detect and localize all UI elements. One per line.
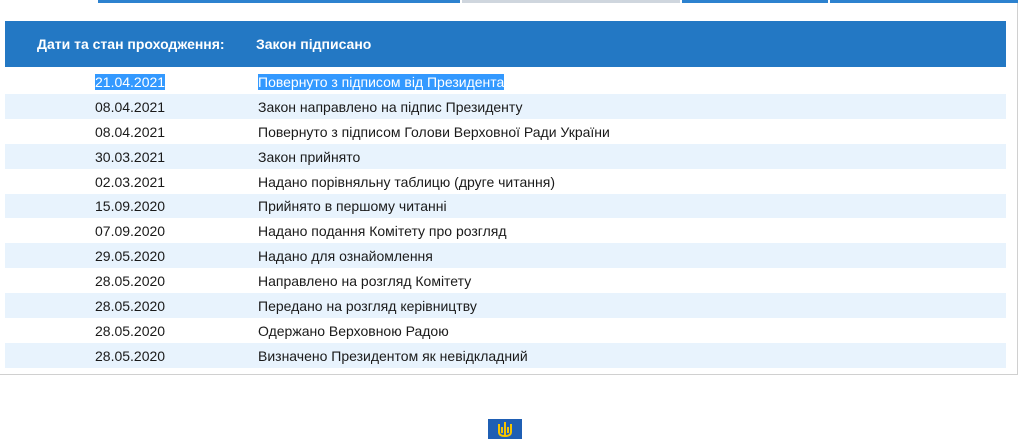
tabs-strip <box>0 0 1018 4</box>
history-date: 02.03.2021 <box>95 173 166 190</box>
history-row: 21.04.2021 Повернуто з підписом від Прези… <box>5 67 1006 94</box>
status-header: Дати та стан проходження: Закон підписан… <box>5 21 1006 67</box>
tab-1[interactable] <box>98 0 460 3</box>
history-row: 08.04.2021 Повернуто з підписом Голови Ве… <box>5 119 1006 144</box>
history-event: Визначено Президентом як невідкладний <box>258 347 528 364</box>
history-row: 29.05.2020 Надано для ознайомлення <box>5 243 1006 269</box>
history-event: Закон направлено на підпис Президенту <box>258 98 523 115</box>
history-event: Надано подання Комітету про розгляд <box>258 223 507 240</box>
history-event: Одержано Верховною Радою <box>258 322 449 339</box>
history-date: 28.05.2020 <box>95 298 166 315</box>
trident-emblem-icon <box>488 419 522 439</box>
history-event: Надано порівняльну таблицю (друге читанн… <box>258 173 555 190</box>
tab-2-active[interactable] <box>462 0 680 3</box>
history-date: 08.04.2021 <box>95 98 166 115</box>
history-date: 21.04.2021 <box>95 74 166 90</box>
tab-3[interactable] <box>682 0 828 3</box>
history-date: 15.09.2020 <box>95 198 166 215</box>
bill-details-panel: Дати та стан проходження: Закон підписан… <box>0 0 1018 375</box>
history-row: 07.09.2020 Надано подання Комітету про ро… <box>5 218 1006 243</box>
history-event: Передано на розгляд керівництву <box>258 298 477 315</box>
history-date: 08.04.2021 <box>95 123 166 140</box>
history-date: 28.05.2020 <box>95 322 166 339</box>
history-row: 15.09.2020 Прийнято в першому читанні <box>5 193 1006 219</box>
status-header-value: Закон підписано <box>256 36 372 52</box>
history-row: 30.03.2021 Закон прийнято <box>5 143 1006 169</box>
history-date: 07.09.2020 <box>95 223 166 240</box>
history-list: 21.04.2021 Повернуто з підписом від Прези… <box>5 67 1006 368</box>
history-event: Повернуто з підписом від Президента <box>258 74 505 90</box>
history-row: 28.05.2020 Визначено Президентом як невід… <box>5 342 1006 368</box>
history-row: 28.05.2020 Направлено на розгляд Комітету <box>5 268 1006 293</box>
history-event: Прийнято в першому читанні <box>258 198 447 215</box>
tab-4[interactable] <box>830 0 1018 3</box>
history-event: Направлено на розгляд Комітету <box>258 273 472 290</box>
history-event: Повернуто з підписом Голови Верховної Ра… <box>258 123 610 140</box>
history-date: 30.03.2021 <box>95 148 166 165</box>
history-row: 02.03.2021 Надано порівняльну таблицю (др… <box>5 169 1006 194</box>
status-header-label: Дати та стан проходження: <box>37 36 225 52</box>
history-row: 08.04.2021 Закон направлено на підпис Пре… <box>5 94 1006 119</box>
history-row: 28.05.2020 Передано на розгляд керівництв… <box>5 293 1006 319</box>
history-date: 28.05.2020 <box>95 347 166 364</box>
history-row: 28.05.2020 Одержано Верховною Радою <box>5 318 1006 343</box>
history-date: 29.05.2020 <box>95 248 166 265</box>
history-event: Закон прийнято <box>258 148 361 165</box>
history-event: Надано для ознайомлення <box>258 248 433 265</box>
history-date: 28.05.2020 <box>95 273 166 290</box>
